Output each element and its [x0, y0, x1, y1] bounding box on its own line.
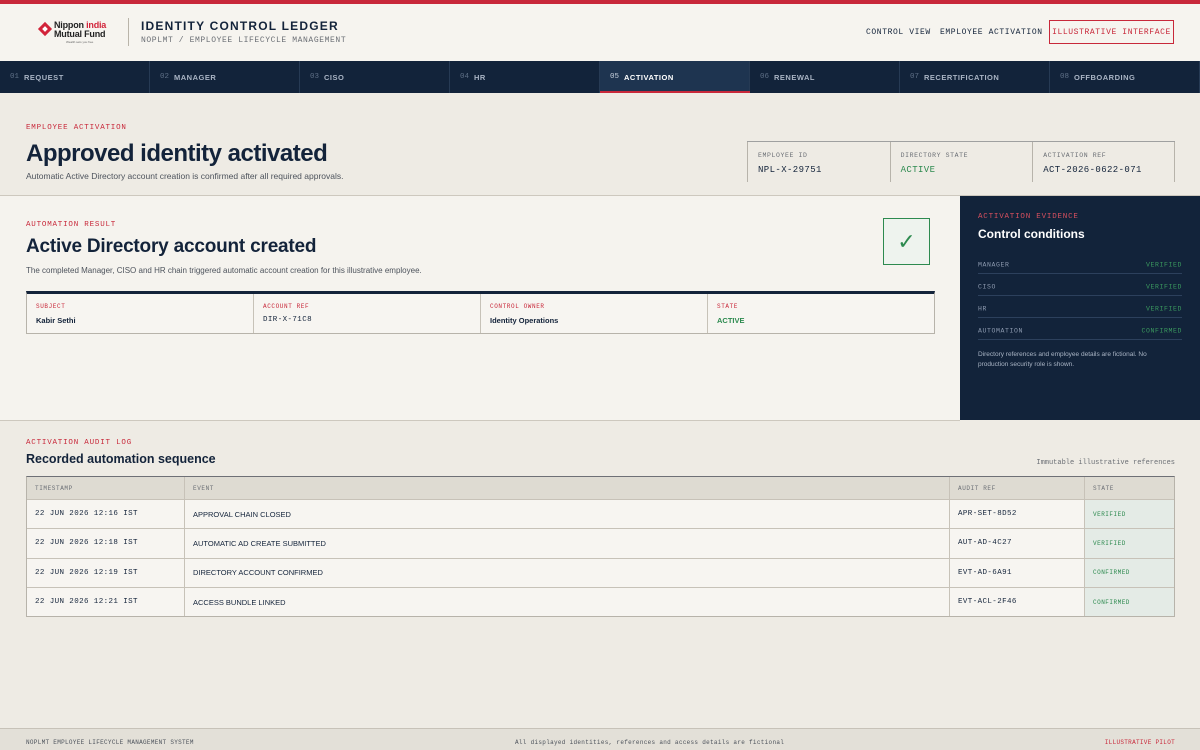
page-title: Approved identity activated — [26, 140, 328, 167]
table-header: TIMESTAMP EVENT AUDIT REF STATE — [27, 477, 1174, 499]
app-title: IDENTITY CONTROL LEDGER — [141, 19, 339, 33]
detail-subject: SUBJECT Kabir Sethi — [36, 303, 76, 325]
activation-evidence-panel: ACTIVATION EVIDENCE Control conditions M… — [960, 196, 1200, 420]
log-note: Immutable illustrative references — [1036, 459, 1175, 467]
nav-link-employee-activation[interactable]: EMPLOYEE ACTIVATION — [940, 28, 1043, 37]
evidence-row: AUTOMATION CONFIRMED — [978, 318, 1182, 340]
table-row[interactable]: 22 JUN 2026 12:19 IST DIRECTORY ACCOUNT … — [27, 557, 1174, 587]
step-recertification[interactable]: 07 RECERTIFICATION — [900, 61, 1050, 93]
summary-metrics: EMPLOYEE ID NPL-X-29751 DIRECTORY STATE … — [747, 141, 1175, 182]
column-header-timestamp: TIMESTAMP — [35, 484, 73, 492]
detail-account-ref: ACCOUNT REF DIR-X-71C8 — [253, 294, 480, 333]
app-subtitle: NOPLMT / EMPLOYEE LIFECYCLE MANAGEMENT — [141, 36, 347, 45]
footer-system-name: NOPLMT EMPLOYEE LIFECYCLE MANAGEMENT SYS… — [26, 739, 194, 746]
evidence-title: Control conditions — [978, 227, 1085, 241]
step-hr[interactable]: 04 HR — [450, 61, 600, 93]
logo-mark-icon — [37, 21, 53, 37]
result-title: Active Directory account created — [26, 236, 317, 257]
lifecycle-stepper: 01 REQUEST 02 MANAGER 03 CISO 04 HR 05 ACTIVA… — [0, 61, 1200, 93]
footer-disclaimer: All displayed identities, references and… — [515, 739, 785, 746]
checkmark-icon: ✓ — [883, 218, 930, 265]
brand-logo[interactable]: Nippon india Mutual Fund Wealth sets you… — [37, 20, 106, 46]
column-header-event: EVENT — [184, 477, 949, 499]
detail-control-owner: CONTROL OWNER Identity Operations — [480, 294, 707, 333]
step-renewal[interactable]: 06 RENEWAL — [750, 61, 900, 93]
evidence-row: HR VERIFIED — [978, 296, 1182, 318]
result-description: The completed Manager, CISO and HR chain… — [26, 266, 422, 275]
log-eyebrow: ACTIVATION AUDIT LOG — [26, 439, 133, 447]
detail-state: STATE ACTIVE — [707, 294, 934, 333]
status-badge: VERIFIED — [1084, 500, 1174, 529]
hero-eyebrow: EMPLOYEE ACTIVATION — [26, 124, 127, 132]
audit-log-table: TIMESTAMP EVENT AUDIT REF STATE 22 JUN 2… — [26, 476, 1175, 618]
evidence-eyebrow: ACTIVATION EVIDENCE — [978, 213, 1079, 221]
nav-link-control-view[interactable]: CONTROL VIEW — [866, 28, 931, 37]
column-header-state: STATE — [1084, 477, 1174, 499]
illustrative-interface-button[interactable]: ILLUSTRATIVE INTERFACE — [1049, 20, 1174, 44]
metric-activation-ref: ACTIVATION REF ACT-2026-0622-071 — [1032, 142, 1175, 182]
table-row[interactable]: 22 JUN 2026 12:16 IST APPROVAL CHAIN CLO… — [27, 499, 1174, 529]
status-badge: CONFIRMED — [1084, 587, 1174, 617]
footer-pilot-label: ILLUSTRATIVE PILOT — [1104, 739, 1175, 746]
step-manager[interactable]: 02 MANAGER — [150, 61, 300, 93]
automation-result-panel: AUTOMATION RESULT Active Directory accou… — [0, 196, 960, 420]
section-divider — [0, 420, 960, 421]
result-eyebrow: AUTOMATION RESULT — [26, 221, 117, 229]
column-header-audit-ref: AUDIT REF — [949, 477, 1084, 499]
page-subtitle: Automatic Active Directory account creat… — [26, 171, 344, 181]
evidence-note: Directory references and employee detail… — [978, 351, 1147, 368]
page-footer: NOPLMT EMPLOYEE LIFECYCLE MANAGEMENT SYS… — [0, 728, 1200, 750]
status-badge: CONFIRMED — [1084, 558, 1174, 587]
result-details: SUBJECT Kabir Sethi ACCOUNT REF DIR-X-71… — [26, 291, 935, 334]
step-offboarding[interactable]: 08 OFFBOARDING — [1050, 61, 1200, 93]
status-badge: VERIFIED — [1084, 529, 1174, 558]
evidence-row: CISO VERIFIED — [978, 274, 1182, 296]
app-header: Nippon india Mutual Fund Wealth sets you… — [0, 4, 1200, 61]
step-activation[interactable]: 05 ACTIVATION — [600, 61, 750, 93]
table-row[interactable]: 22 JUN 2026 12:18 IST AUTOMATIC AD CREAT… — [27, 528, 1174, 558]
evidence-row: MANAGER VERIFIED — [978, 252, 1182, 274]
metric-employee-id: EMPLOYEE ID NPL-X-29751 — [747, 142, 890, 182]
metric-directory-state: DIRECTORY STATE ACTIVE — [889, 142, 1033, 182]
step-ciso[interactable]: 03 CISO — [300, 61, 450, 93]
header-divider — [128, 18, 129, 46]
step-request[interactable]: 01 REQUEST — [0, 61, 150, 93]
log-title: Recorded automation sequence — [26, 452, 216, 466]
table-row[interactable]: 22 JUN 2026 12:21 IST ACCESS BUNDLE LINK… — [27, 586, 1174, 617]
